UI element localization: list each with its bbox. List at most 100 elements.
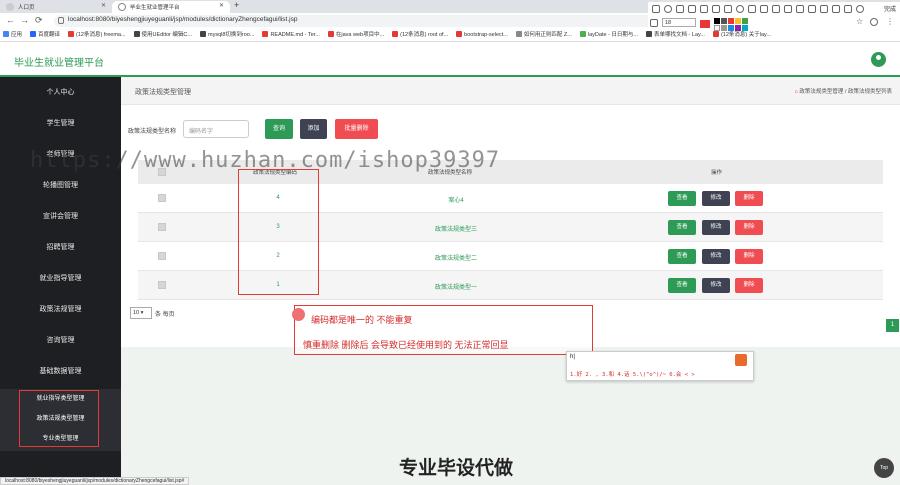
copy-icon[interactable]: [784, 5, 792, 13]
color-swatch[interactable]: [721, 25, 727, 31]
sidebar-subitem-major-types[interactable]: 专业类型管理: [0, 429, 121, 449]
color-swatch[interactable]: [728, 25, 734, 31]
arrow-tool-icon[interactable]: [676, 5, 684, 13]
home-icon[interactable]: ⌂: [795, 89, 798, 95]
color-swatch[interactable]: [742, 18, 748, 24]
color-swatch[interactable]: [735, 25, 741, 31]
bookmark-item[interactable]: (12条消息) freema...: [68, 29, 126, 41]
delete-button[interactable]: 删除: [735, 191, 763, 206]
marker-tool-icon[interactable]: [700, 5, 708, 13]
row-checkbox[interactable]: [158, 223, 166, 231]
ime-candidates[interactable]: 1.好 2. , 3.和 4.话 5.\(^o^)/~ 6.会 < >: [570, 370, 695, 378]
back-to-top-button[interactable]: Top: [874, 458, 894, 478]
batch-delete-button[interactable]: 批量删除: [335, 119, 378, 139]
sidebar-item-recruitment[interactable]: 招聘管理: [0, 232, 121, 263]
sidebar-item-policies[interactable]: 政策法规管理: [0, 294, 121, 325]
row-checkbox[interactable]: [158, 252, 166, 260]
share-icon[interactable]: [844, 5, 852, 13]
bookmark-item[interactable]: README.md - Ter...: [262, 29, 320, 41]
view-button[interactable]: 查看: [668, 278, 696, 293]
close-icon[interactable]: ✕: [101, 2, 106, 9]
delete-button[interactable]: 删除: [735, 278, 763, 293]
color-swatch[interactable]: [721, 18, 727, 24]
color-swatch[interactable]: [714, 18, 720, 24]
star-icon[interactable]: ☆: [856, 17, 863, 26]
current-color-swatch[interactable]: [700, 20, 710, 28]
ocr-icon[interactable]: [808, 5, 816, 13]
site-info-icon[interactable]: [58, 17, 64, 24]
user-avatar-icon[interactable]: [871, 52, 886, 67]
undo-icon[interactable]: [748, 5, 756, 13]
sidebar-item-consulting[interactable]: 咨询管理: [0, 325, 121, 356]
sidebar-item-carousel[interactable]: 轮播图管理: [0, 170, 121, 201]
view-button[interactable]: 查看: [668, 191, 696, 206]
ellipse-tool-icon[interactable]: [664, 5, 672, 13]
bookmark-item[interactable]: 表单哪找文档 - Lay...: [646, 29, 705, 41]
bookmark-item[interactable]: 使用UEditor 编辑C...: [133, 29, 192, 41]
sidebar-item-base-data[interactable]: 基础数据管理: [0, 356, 121, 387]
row-checkbox[interactable]: [158, 194, 166, 202]
bookmark-item[interactable]: bootstrap-select...: [456, 29, 508, 41]
edit-button[interactable]: 修改: [702, 191, 730, 206]
done-button[interactable]: 完成: [884, 4, 896, 13]
url-input[interactable]: localhost:8080/biyeshengjiuyeguanli/jsp/…: [54, 15, 654, 27]
rectangle-tool-icon[interactable]: [652, 5, 660, 13]
bookmark-label: 在java web项目中...: [335, 32, 385, 38]
back-icon[interactable]: ←: [6, 15, 15, 25]
search-icon[interactable]: [856, 5, 864, 13]
bookmark-label: 使用UEditor 编辑C...: [141, 32, 192, 38]
delete-button[interactable]: 删除: [735, 220, 763, 235]
color-swatch[interactable]: [742, 25, 748, 31]
search-input[interactable]: 编码名字: [183, 120, 249, 138]
mosaic-tool-icon[interactable]: [724, 5, 732, 13]
reload-icon[interactable]: ⟳: [35, 15, 43, 26]
text-tool-icon[interactable]: [712, 5, 720, 13]
bookmark-favicon-icon: [3, 31, 9, 37]
edit-button[interactable]: 修改: [702, 249, 730, 264]
breadcrumb-separator: /: [844, 89, 847, 95]
download-icon[interactable]: [820, 5, 828, 13]
annotation-line-2: 慎重删除 删除后 会导致已经使用到的 无法正常回显: [303, 340, 509, 350]
view-button[interactable]: 查看: [668, 249, 696, 264]
bookmark-item[interactable]: mysql8切换到roo...: [199, 29, 254, 41]
cancel-icon[interactable]: [796, 5, 804, 13]
add-button[interactable]: 添加: [300, 119, 327, 139]
page-number-button[interactable]: 1: [886, 319, 899, 332]
bookmark-item[interactable]: (12条消息) root of...: [392, 29, 448, 41]
page-size-select[interactable]: 10 ▾: [130, 307, 152, 319]
sidebar-subitem-guidance-types[interactable]: 就业指导类型管理: [0, 389, 121, 409]
pen-tool-icon[interactable]: [688, 5, 696, 13]
bookmark-item[interactable]: 在java web项目中...: [327, 29, 385, 41]
sidebar-item-seminars[interactable]: 宣讲会管理: [0, 201, 121, 232]
breadcrumb-item[interactable]: 政策法规类型管理: [799, 89, 843, 95]
color-swatch[interactable]: [714, 25, 720, 31]
save-icon[interactable]: [772, 5, 780, 13]
sidebar-item-profile[interactable]: 个人中心: [0, 77, 121, 108]
close-icon[interactable]: ✕: [219, 2, 224, 9]
bookmark-item[interactable]: 百度翻译: [30, 29, 60, 41]
edit-button[interactable]: 修改: [702, 278, 730, 293]
new-tab-icon[interactable]: +: [234, 0, 239, 10]
bookmark-item[interactable]: 如何用正则匹配 Z...: [515, 29, 572, 41]
ocr-icon[interactable]: [832, 5, 840, 13]
font-size-select[interactable]: 18: [662, 18, 696, 27]
color-swatch[interactable]: [735, 18, 741, 24]
browser-tab-1[interactable]: 人口页 ✕: [0, 1, 112, 13]
browser-tab-2[interactable]: 毕业生就业管理平台 ✕: [112, 1, 230, 13]
sidebar-item-students[interactable]: 学生管理: [0, 108, 121, 139]
row-checkbox[interactable]: [158, 281, 166, 289]
delete-button[interactable]: 删除: [735, 249, 763, 264]
sidebar-item-career-guidance[interactable]: 就业指导管理: [0, 263, 121, 294]
edit-button[interactable]: 修改: [702, 220, 730, 235]
number-tool-icon[interactable]: [736, 5, 744, 13]
forward-icon[interactable]: →: [20, 15, 29, 25]
color-swatch[interactable]: [728, 18, 734, 24]
pin-icon[interactable]: [760, 5, 768, 13]
bookmark-item[interactable]: 应用: [3, 29, 22, 41]
profile-icon[interactable]: [870, 18, 878, 26]
sidebar-subitem-policy-types[interactable]: 政策法规类型管理: [0, 409, 121, 429]
menu-icon[interactable]: ⋮: [886, 17, 894, 26]
bookmark-item[interactable]: layDate - 日日期与...: [579, 29, 638, 41]
query-button[interactable]: 查询: [265, 119, 293, 139]
view-button[interactable]: 查看: [668, 220, 696, 235]
